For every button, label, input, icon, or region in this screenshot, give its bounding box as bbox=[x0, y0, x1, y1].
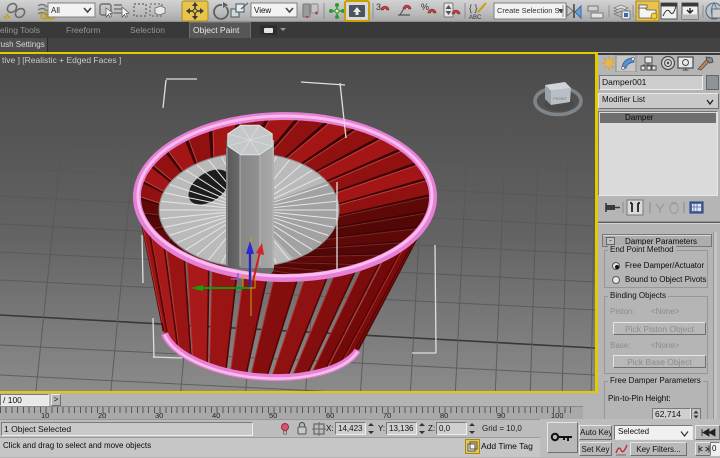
svg-text:Create Selection Se: Create Selection Se bbox=[497, 6, 564, 15]
svg-text:3: 3 bbox=[376, 2, 381, 12]
svg-text:ABC: ABC bbox=[469, 15, 482, 21]
svg-text:{ }: { } bbox=[469, 3, 478, 13]
svg-text:FRONT: FRONT bbox=[553, 96, 567, 101]
svg-text:tive ] [Realistic + Edged Face: tive ] [Realistic + Edged Faces ] bbox=[2, 55, 121, 65]
svg-text:View: View bbox=[254, 6, 271, 15]
svg-text:%: % bbox=[421, 2, 429, 12]
svg-text:All: All bbox=[51, 6, 60, 15]
